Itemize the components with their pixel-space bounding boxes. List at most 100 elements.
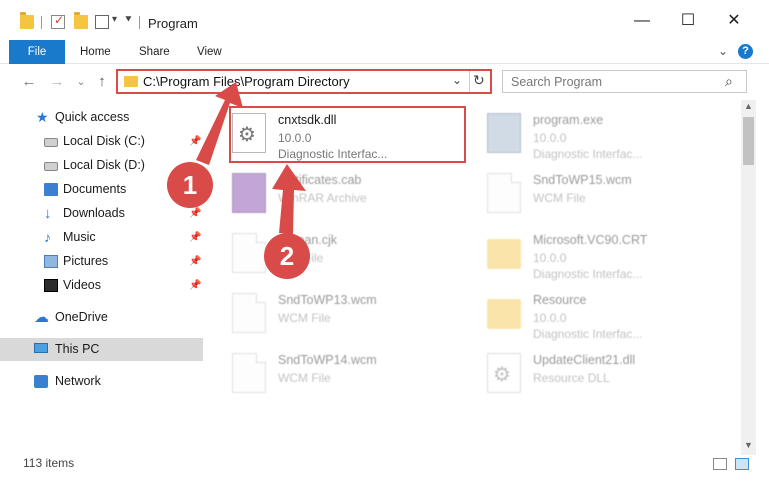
customize-toolbar-icon[interactable]: ⯆	[124, 14, 133, 27]
file-name: SndToWP15.wcm	[533, 173, 632, 187]
search-input[interactable]: Search Program ⌕	[502, 70, 747, 93]
file-item-microsoft-vc90-crt[interactable]: Microsoft.VC90.CRT 10.0.0 Diagnostic Int…	[475, 225, 715, 283]
search-placeholder: Search Program	[511, 75, 603, 89]
file-item-certificates-cab[interactable]: certificates.cab WinRAR Archive	[220, 165, 460, 223]
sidebar-item-label: This PC	[55, 342, 100, 356]
drive-icon	[44, 162, 58, 171]
sidebar-item-label: Local Disk (D:)	[63, 158, 145, 172]
search-icon[interactable]: ⌕	[725, 73, 733, 90]
tiles-view-icon[interactable]	[735, 458, 749, 470]
file-type: Resource DLL	[533, 371, 610, 385]
sidebar-item-this-pc[interactable]: This PC	[0, 338, 203, 361]
file-name: Resource	[533, 293, 587, 307]
step-1-marker: 1	[167, 162, 213, 208]
sidebar-item-label: Pictures	[63, 254, 109, 268]
divider	[139, 16, 140, 29]
star-icon: ★	[36, 109, 49, 125]
back-button[interactable]: ←	[19, 72, 39, 92]
maximize-button[interactable]: ☐	[673, 10, 703, 32]
sidebar-item-network[interactable]: Network	[0, 370, 203, 393]
scroll-up-icon[interactable]: ▲	[744, 101, 753, 111]
file-type: WCM File	[533, 191, 586, 205]
sidebar-item-videos[interactable]: Videos 📌	[0, 274, 203, 297]
pin-icon: 📌	[189, 232, 202, 243]
recent-locations-button[interactable]: ⌄	[71, 72, 91, 92]
file-description: Diagnostic Interfac...	[533, 327, 643, 341]
status-bar: 113 items	[0, 455, 769, 489]
cloud-icon: ☁	[34, 309, 49, 326]
help-icon[interactable]: ?	[738, 44, 753, 59]
properties-check-icon[interactable]	[51, 13, 65, 29]
window-title: Program	[148, 16, 198, 31]
refresh-button[interactable]: ↻	[473, 72, 485, 89]
file-name: Microsoft.VC90.CRT	[533, 233, 648, 247]
dll-gear-icon: ⚙	[487, 353, 521, 393]
scroll-thumb[interactable]	[743, 117, 754, 165]
file-item-sndtowp15[interactable]: SndToWP15.wcm WCM File	[475, 165, 715, 223]
expand-ribbon-icon[interactable]: ⌄	[718, 44, 728, 58]
sidebar-item-music[interactable]: ♪ Music 📌	[0, 226, 203, 249]
sidebar-item-quick-access[interactable]: ★ Quick access	[0, 106, 203, 129]
sidebar-item-label: OneDrive	[55, 310, 108, 324]
tab-view[interactable]: View	[185, 40, 234, 64]
new-folder-icon[interactable]	[74, 12, 88, 29]
address-dropdown-icon[interactable]: ⌄	[452, 73, 462, 87]
file-item-sndtowp13[interactable]: SndToWP13.wcm WCM File	[220, 285, 460, 343]
ribbon-tabs: File Home Share View ⌄	[0, 40, 769, 64]
details-view-icon[interactable]	[713, 458, 727, 470]
sidebar-item-label: Videos	[63, 278, 101, 292]
tab-home[interactable]: Home	[68, 40, 123, 64]
file-name: certificates.cab	[278, 173, 362, 187]
sidebar-item-pictures[interactable]: Pictures 📌	[0, 250, 203, 273]
scroll-down-icon[interactable]: ▼	[744, 440, 753, 450]
exe-icon	[487, 113, 521, 153]
item-count: 113 items	[23, 456, 75, 470]
sidebar-item-label: Local Disk (C:)	[63, 134, 145, 148]
drive-icon	[44, 138, 58, 147]
document-icon	[487, 173, 521, 213]
file-item-korean-cjk[interactable]: Korean.cjk CJK File	[220, 225, 460, 283]
sidebar-item-local-disk-c[interactable]: Local Disk (C:) 📌	[0, 130, 203, 153]
file-item-program-exe[interactable]: program.exe 10.0.0 Diagnostic Interfac..…	[475, 105, 715, 163]
address-bar[interactable]: C:\Program Files\Program Directory ⌄ ↻	[116, 69, 492, 94]
pin-icon: 📌	[189, 256, 202, 267]
tab-file[interactable]: File	[9, 40, 65, 64]
file-version: 10.0.0	[533, 131, 567, 145]
pictures-icon	[44, 255, 58, 268]
step-2-marker: 2	[264, 233, 310, 279]
folder-icon	[487, 239, 521, 269]
sidebar-item-label: Downloads	[63, 206, 125, 220]
sidebar-item-onedrive[interactable]: ☁ OneDrive	[0, 306, 203, 329]
quick-access-dropdown-icon[interactable]: ▾	[112, 14, 117, 25]
tab-share[interactable]: Share	[127, 40, 182, 64]
file-version: 10.0.0	[533, 251, 567, 265]
file-description: Diagnostic Interfac...	[533, 147, 643, 161]
vertical-scrollbar[interactable]: ▲ ▼	[741, 100, 756, 455]
divider	[469, 71, 470, 92]
file-type: WCM File	[278, 371, 331, 385]
network-icon	[34, 375, 48, 388]
folder-icon	[487, 299, 521, 329]
close-button[interactable]: ✕	[719, 10, 749, 32]
pin-icon: 📌	[189, 280, 202, 291]
sidebar-item-label: Documents	[63, 182, 127, 196]
address-path[interactable]: C:\Program Files\Program Directory	[143, 74, 350, 89]
sidebar-item-downloads[interactable]: ↓ Downloads 📌	[0, 202, 203, 225]
file-item-resource[interactable]: Resource 10.0.0 Diagnostic Interfac...	[475, 285, 715, 343]
file-version: 10.0.0	[533, 311, 567, 325]
documents-icon	[44, 183, 58, 196]
up-button[interactable]: ↑	[92, 72, 112, 92]
file-highlight-box	[229, 106, 466, 163]
file-item-updateclient21-dll[interactable]: ⚙ UpdateClient21.dll Resource DLL	[475, 345, 715, 403]
forward-button[interactable]: →	[47, 72, 67, 92]
file-type: WCM File	[278, 311, 331, 325]
music-icon: ♪	[44, 229, 51, 245]
videos-icon	[44, 279, 58, 292]
file-name: program.exe	[533, 113, 604, 127]
archive-icon	[232, 173, 266, 213]
view-details-icon[interactable]	[95, 15, 109, 29]
sidebar-item-label: Music	[63, 230, 96, 244]
file-item-sndtowp14[interactable]: SndToWP14.wcm WCM File	[220, 345, 460, 403]
document-icon	[232, 293, 266, 333]
minimize-button[interactable]: —	[627, 10, 657, 32]
